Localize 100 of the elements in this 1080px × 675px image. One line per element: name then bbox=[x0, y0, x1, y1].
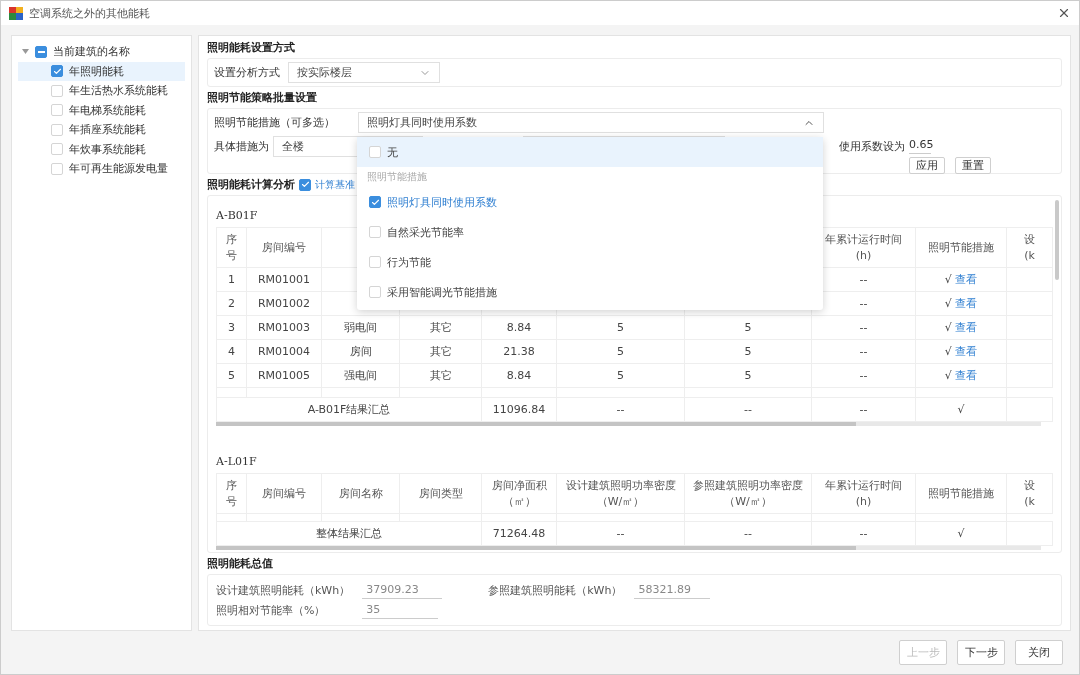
check-mark: √ bbox=[944, 297, 952, 310]
dropdown-option[interactable]: 无 bbox=[357, 137, 823, 167]
tree-item-row[interactable]: 年电梯系统能耗 bbox=[18, 100, 185, 120]
table-cell: 5 bbox=[684, 315, 812, 340]
window-title: 空调系统之外的其他能耗 bbox=[29, 5, 151, 21]
table-cell: 8.84 bbox=[481, 363, 557, 388]
table-cell: -- bbox=[811, 363, 916, 388]
table-cell: -- bbox=[684, 397, 812, 422]
action-button[interactable]: 应用 bbox=[909, 157, 945, 174]
tree-item-row[interactable]: 年生活热水系统能耗 bbox=[18, 81, 185, 101]
checkbox-label: 计算基准 bbox=[315, 177, 355, 192]
tree-item[interactable]: 年电梯系统能耗 bbox=[69, 102, 146, 118]
action-button[interactable]: 重置 bbox=[955, 157, 991, 174]
section-title: 照明能耗设置方式 bbox=[207, 40, 296, 55]
summary-label: 整体结果汇总 bbox=[216, 521, 482, 546]
table-cell: 5 bbox=[556, 363, 685, 388]
check-mark: √ bbox=[944, 369, 952, 382]
column-header: 设(k bbox=[1006, 227, 1053, 268]
check-mark: √ bbox=[944, 321, 952, 334]
tree-checkbox[interactable] bbox=[35, 45, 47, 58]
column-header: 照明节能措施 bbox=[915, 473, 1007, 514]
coefficient-field[interactable]: 0.65 bbox=[909, 136, 931, 154]
column-header: 参照建筑照明功率密度（W/㎡） bbox=[684, 473, 812, 514]
tree-item[interactable]: 当前建筑的名称 bbox=[53, 44, 130, 60]
tree-item[interactable]: 年炊事系统能耗 bbox=[69, 141, 146, 157]
table-cell: 5 bbox=[684, 339, 812, 364]
table-cell: 其它 bbox=[399, 315, 482, 340]
column-header: 房间类型 bbox=[399, 473, 482, 514]
view-link[interactable]: 查看 bbox=[955, 345, 978, 358]
vertical-scrollbar[interactable] bbox=[1055, 200, 1059, 280]
tree-item[interactable]: 年生活热水系统能耗 bbox=[69, 83, 168, 99]
table-cell: 其它 bbox=[399, 363, 482, 388]
summary-label: A-B01F结果汇总 bbox=[216, 397, 482, 422]
view-link[interactable]: 查看 bbox=[955, 273, 978, 286]
view-link[interactable]: 查看 bbox=[955, 369, 978, 382]
dropdown-option[interactable]: 照明灯具同时使用系数 bbox=[357, 187, 823, 217]
option-label: 采用智能调光节能措施 bbox=[387, 284, 497, 300]
column-header: 照明节能措施 bbox=[915, 227, 1007, 268]
column-header: 设(k bbox=[1006, 473, 1053, 514]
baseline-checkbox[interactable] bbox=[299, 178, 311, 191]
table-cell: -- bbox=[556, 397, 685, 422]
tree-item[interactable]: 年可再生能源发电量 bbox=[69, 161, 168, 177]
dropdown-option[interactable]: 行为节能 bbox=[357, 247, 823, 277]
table-cell: -- bbox=[811, 397, 916, 422]
column-header: 设计建筑照明功率密度（W/㎡） bbox=[556, 473, 685, 514]
table-cell: 1 bbox=[216, 267, 247, 292]
tree-item[interactable]: 年照明能耗 bbox=[69, 63, 124, 79]
table-cell: -- bbox=[811, 339, 916, 364]
column-header: 年累计运行时间(h) bbox=[811, 473, 916, 514]
tree-checkbox[interactable] bbox=[51, 65, 63, 78]
table-cell: -- bbox=[556, 521, 685, 546]
horizontal-scrollbar[interactable] bbox=[216, 546, 1041, 550]
tree-item[interactable]: 年插座系统能耗 bbox=[69, 122, 146, 138]
measure-select[interactable]: 照明灯具同时使用系数 bbox=[358, 112, 824, 133]
view-link[interactable]: 查看 bbox=[955, 321, 978, 334]
table-cell: -- bbox=[811, 315, 916, 340]
footer-button[interactable]: 关闭 bbox=[1015, 640, 1063, 665]
app-logo-icon bbox=[9, 6, 23, 20]
tree-item-row[interactable]: 年插座系统能耗 bbox=[18, 120, 185, 140]
column-header: 序号 bbox=[216, 227, 247, 268]
table-cell: 5 bbox=[684, 363, 812, 388]
option-group-label: 照明节能措施 bbox=[366, 170, 428, 184]
floor-title: A-L01F bbox=[216, 455, 257, 468]
option-checkbox[interactable] bbox=[369, 196, 381, 208]
option-label: 无 bbox=[387, 144, 398, 160]
table-cell: 21.38 bbox=[481, 339, 557, 364]
dropdown-option[interactable]: 自然采光节能率 bbox=[357, 217, 823, 247]
option-label: 行为节能 bbox=[387, 254, 431, 270]
tree-item-row[interactable]: 年炊事系统能耗 bbox=[18, 139, 185, 159]
section-title: 照明节能策略批量设置 bbox=[207, 90, 318, 105]
field-label: 设置分析方式 bbox=[214, 65, 280, 80]
view-link[interactable]: 查看 bbox=[955, 297, 978, 310]
table-cell: 弱电间 bbox=[321, 315, 400, 340]
table-cell: 5 bbox=[556, 339, 685, 364]
table-cell: RM01004 bbox=[246, 339, 322, 364]
check-mark: √ bbox=[944, 273, 952, 286]
table-cell: 2 bbox=[216, 291, 247, 316]
table-cell: -- bbox=[811, 521, 916, 546]
table-cell: RM01001 bbox=[246, 267, 322, 292]
column-header: 房间编号 bbox=[246, 473, 322, 514]
analysis-mode-select[interactable]: 按实际楼层 bbox=[288, 62, 440, 83]
section-title: 照明能耗计算分析 bbox=[207, 177, 295, 192]
option-label: 自然采光节能率 bbox=[387, 224, 464, 240]
collapse-caret-icon[interactable] bbox=[22, 49, 29, 55]
readonly-field: 58321.89 bbox=[634, 581, 711, 599]
close-icon[interactable] bbox=[1057, 6, 1071, 20]
table-cell: 其它 bbox=[399, 339, 482, 364]
column-header: 房间净面积（㎡） bbox=[481, 473, 557, 514]
table-cell: 5 bbox=[216, 363, 247, 388]
horizontal-scrollbar[interactable] bbox=[216, 422, 1041, 426]
table-cell: 房间 bbox=[321, 339, 400, 364]
table-cell: RM01003 bbox=[246, 315, 322, 340]
column-header: 房间编号 bbox=[246, 227, 322, 268]
option-label: 照明灯具同时使用系数 bbox=[387, 194, 497, 210]
floor-title: A-B01F bbox=[216, 209, 258, 222]
footer-button[interactable]: 下一步 bbox=[957, 640, 1005, 665]
tree-item-row[interactable]: 年可再生能源发电量 bbox=[18, 159, 185, 179]
table-cell: 5 bbox=[556, 315, 685, 340]
tree-item-row[interactable]: 年照明能耗 bbox=[18, 61, 185, 81]
dropdown-option[interactable]: 采用智能调光节能措施 bbox=[357, 277, 823, 307]
